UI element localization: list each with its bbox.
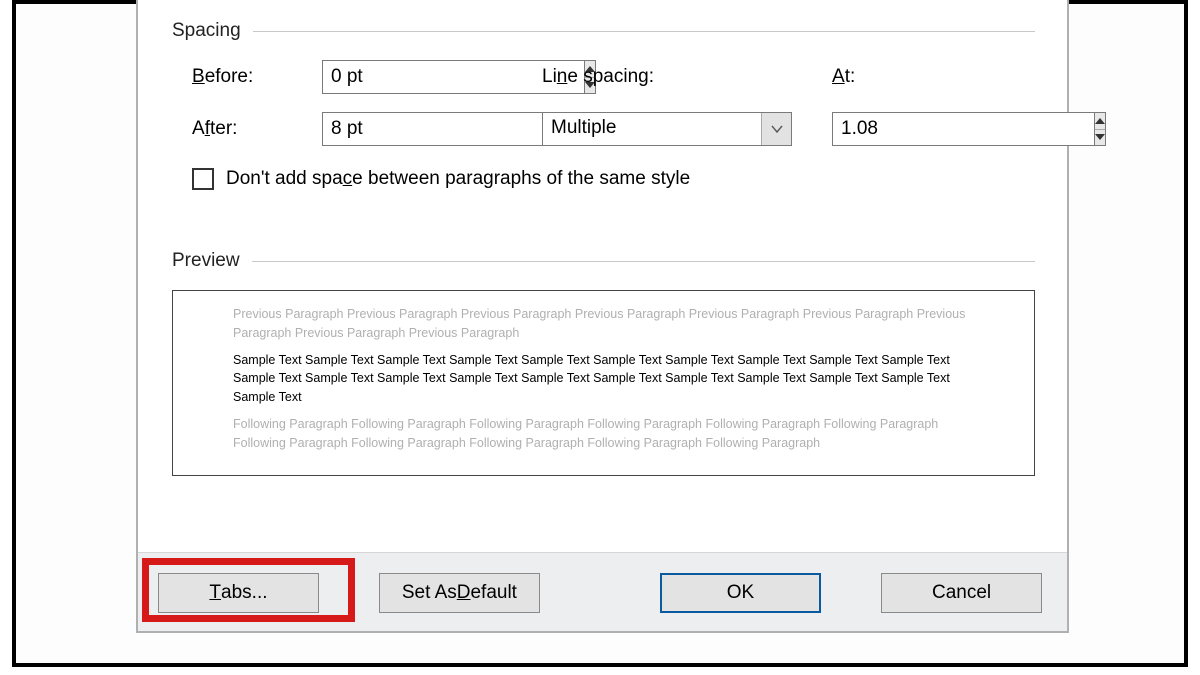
at-input[interactable] — [832, 112, 1094, 146]
preview-header-row: Preview — [172, 250, 1035, 272]
preview-sample-text: Sample Text Sample Text Sample Text Samp… — [233, 351, 974, 407]
triangle-up-icon — [1095, 118, 1105, 124]
preview-section: Preview Previous Paragraph Previous Para… — [172, 250, 1035, 476]
ok-button[interactable]: OK — [660, 573, 821, 613]
set-default-button[interactable]: Set As Default — [379, 573, 540, 613]
preview-previous-text: Previous Paragraph Previous Paragraph Pr… — [233, 305, 974, 343]
before-label: Before: — [192, 66, 322, 88]
preview-section-label: Preview — [172, 250, 252, 272]
same-style-checkbox-row: Don't add space between paragraphs of th… — [172, 168, 1035, 190]
at-label: At: — [832, 66, 962, 88]
cancel-button[interactable]: Cancel — [881, 573, 1042, 613]
same-style-checkbox-label: Don't add space between paragraphs of th… — [226, 168, 690, 190]
line-spacing-value: Multiple — [543, 113, 761, 145]
tabs-button[interactable]: Tabs... — [158, 573, 319, 613]
at-decrement-button[interactable] — [1095, 130, 1105, 146]
dialog-content: Spacing Before: Line spacing: At: — [138, 0, 1067, 552]
at-spinner-buttons — [1094, 112, 1106, 146]
line-spacing-dropdown-button[interactable] — [761, 113, 791, 145]
preview-divider — [252, 261, 1035, 262]
button-bar: Tabs... Set As Default OK Cancel — [138, 552, 1067, 631]
line-spacing-dropdown[interactable]: Multiple — [542, 112, 792, 146]
spacing-grid: Before: Line spacing: At: After: — [172, 60, 1035, 146]
triangle-down-icon — [1095, 134, 1105, 140]
after-spinner[interactable] — [322, 112, 452, 146]
spacing-section-label: Spacing — [172, 20, 253, 42]
spacing-header-row: Spacing — [172, 20, 1035, 42]
same-style-checkbox[interactable] — [192, 168, 214, 190]
outer-frame: Spacing Before: Line spacing: At: — [12, 0, 1188, 667]
before-spinner[interactable] — [322, 60, 452, 94]
line-spacing-label: Line spacing: — [542, 66, 792, 88]
chevron-down-icon — [771, 123, 783, 135]
at-spinner[interactable] — [832, 112, 947, 146]
at-increment-button[interactable] — [1095, 113, 1105, 130]
paragraph-dialog: Spacing Before: Line spacing: At: — [136, 0, 1069, 633]
preview-following-text: Following Paragraph Following Paragraph … — [233, 415, 974, 453]
spacing-divider — [253, 31, 1035, 32]
preview-box: Previous Paragraph Previous Paragraph Pr… — [172, 290, 1035, 476]
after-label: After: — [192, 118, 322, 140]
